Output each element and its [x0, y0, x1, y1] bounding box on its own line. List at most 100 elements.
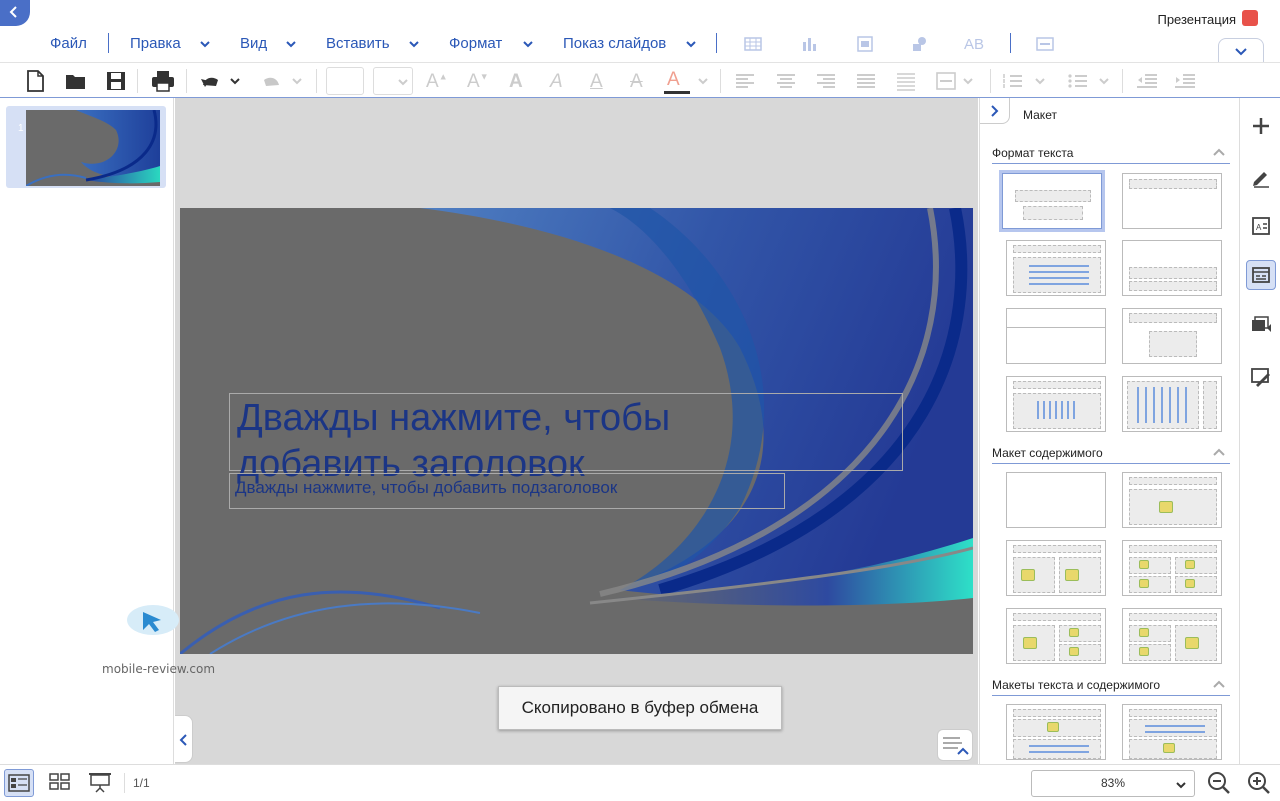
- layout-two-content[interactable]: [1006, 540, 1106, 596]
- section-label: Формат текста: [992, 146, 1074, 160]
- edit-button[interactable]: [1246, 162, 1276, 192]
- layout-vertical-text[interactable]: [1006, 376, 1106, 432]
- chevron-up-icon[interactable]: [1212, 678, 1226, 690]
- chevron-down-icon[interactable]: [685, 38, 697, 50]
- placeholder: [1013, 709, 1101, 717]
- text-line: [1169, 387, 1171, 423]
- layout-title-only[interactable]: [1122, 173, 1222, 229]
- toolbar-divider: [186, 69, 187, 93]
- clipboard-toast: Скопировано в буфер обмена: [498, 686, 782, 730]
- chevron-down-icon[interactable]: [408, 38, 420, 50]
- chevron-down-icon[interactable]: [285, 38, 297, 50]
- chevron-left-icon: [179, 734, 187, 746]
- text-frame-button[interactable]: A: [1246, 211, 1276, 241]
- zoom-select[interactable]: 83%: [1031, 770, 1195, 797]
- increase-indent-icon: [1175, 74, 1195, 88]
- layout-two-left-content-right[interactable]: [1122, 608, 1222, 664]
- section-header-text-format[interactable]: Формат текста: [992, 146, 1230, 164]
- panel-title: Макет: [1023, 108, 1057, 122]
- chevron-down-icon[interactable]: [522, 38, 534, 50]
- align-center-icon: [777, 74, 795, 88]
- redo-icon: [264, 77, 279, 86]
- layout-title-slide[interactable]: [999, 170, 1105, 232]
- text-line: [1145, 725, 1205, 727]
- status-bar: 1/1 83%: [0, 764, 1280, 800]
- new-document-icon[interactable]: [24, 69, 46, 93]
- layout-content[interactable]: [1122, 472, 1222, 528]
- text-line: [1185, 387, 1187, 423]
- collapse-panel-button[interactable]: [980, 98, 1010, 124]
- notes-button[interactable]: [937, 729, 973, 761]
- chevron-up-icon[interactable]: [1212, 146, 1226, 158]
- menu-file[interactable]: Файл: [50, 35, 87, 52]
- layout-icon: [1252, 267, 1270, 283]
- menu-insert[interactable]: Вставить: [326, 35, 390, 52]
- text-frame-icon: A: [1252, 217, 1270, 235]
- menu-format[interactable]: Формат: [449, 35, 502, 52]
- section-header-content-layout[interactable]: Макет содержимого: [992, 446, 1230, 464]
- undo-icon[interactable]: [199, 69, 221, 93]
- zoom-out-icon: [1208, 772, 1230, 794]
- slideshow-button[interactable]: [86, 769, 114, 797]
- layout-text-and-object[interactable]: [1122, 704, 1222, 760]
- slide-sorter-button[interactable]: [46, 769, 74, 797]
- print-icon[interactable]: [150, 69, 176, 93]
- insert-object-icon: [1139, 560, 1149, 569]
- layout-tab-button[interactable]: [1246, 260, 1276, 290]
- decrease-indent-icon: [1137, 74, 1157, 88]
- insert-object-icon: [1023, 637, 1037, 649]
- slide[interactable]: Дважды нажмите, чтобы добавить заголовок…: [180, 208, 973, 654]
- layout-content-left-two-right[interactable]: [1006, 608, 1106, 664]
- layout-title-centered-box[interactable]: [1122, 308, 1222, 364]
- menu-slideshow[interactable]: Показ слайдов: [563, 35, 666, 52]
- layout-section-header[interactable]: [1122, 240, 1222, 296]
- chevron-down-icon: [292, 78, 302, 85]
- slide-number: 1: [18, 123, 24, 134]
- placeholder: [1129, 719, 1217, 737]
- zoom-in-icon: [1248, 772, 1270, 794]
- layout-title-and-content[interactable]: [1006, 240, 1106, 296]
- add-button[interactable]: [1246, 111, 1276, 141]
- expand-thumbnails-button[interactable]: [175, 715, 193, 763]
- layout-vertical-title-text[interactable]: [1122, 376, 1222, 432]
- chevron-down-icon: [1035, 78, 1045, 85]
- layout-four-content[interactable]: [1122, 540, 1222, 596]
- layout-title-band[interactable]: [1006, 308, 1106, 364]
- chevron-down-icon: [1235, 48, 1247, 56]
- menu-edit[interactable]: Правка: [130, 35, 181, 52]
- collapse-ribbon-button[interactable]: [1218, 38, 1264, 62]
- chevron-up-icon[interactable]: [1212, 446, 1226, 458]
- placeholder: [1175, 557, 1217, 574]
- text-line: [1153, 387, 1155, 423]
- text-line: [1029, 265, 1089, 267]
- layout-object-and-text[interactable]: [1006, 704, 1106, 760]
- numbered-list-icon: [1003, 74, 1022, 88]
- placeholder: [1013, 739, 1101, 759]
- section-header-text-and-content[interactable]: Макеты текста и содержимого: [992, 678, 1230, 696]
- toolbar-divider: [137, 69, 138, 93]
- save-icon[interactable]: [104, 69, 128, 93]
- zoom-in-button[interactable]: [1246, 770, 1272, 796]
- slide-thumbnail[interactable]: 1: [6, 106, 166, 188]
- section-label: Макет содержимого: [992, 446, 1103, 460]
- chevron-down-icon[interactable]: [199, 38, 211, 50]
- thumbnail-image: [26, 110, 160, 186]
- chevron-down-icon[interactable]: [229, 69, 241, 93]
- menu-view[interactable]: Вид: [240, 35, 267, 52]
- placeholder: [1129, 281, 1217, 291]
- zoom-out-button[interactable]: [1206, 770, 1232, 796]
- slide-transition-button[interactable]: [1246, 310, 1276, 340]
- placeholder: [1129, 709, 1217, 717]
- bullet-list-icon: [1068, 74, 1087, 88]
- text-line: [1145, 387, 1147, 423]
- open-folder-icon[interactable]: [64, 69, 88, 93]
- slide-design-button[interactable]: [1246, 361, 1276, 391]
- presentation-icon: [89, 773, 111, 793]
- placeholder: [1013, 545, 1101, 553]
- normal-view-button[interactable]: [4, 769, 34, 797]
- insert-object-icon: [1139, 647, 1149, 656]
- divider-line: [1007, 327, 1105, 328]
- layout-blank[interactable]: [1006, 472, 1106, 528]
- back-button[interactable]: [0, 0, 30, 26]
- toolbar-divider: [1122, 69, 1123, 93]
